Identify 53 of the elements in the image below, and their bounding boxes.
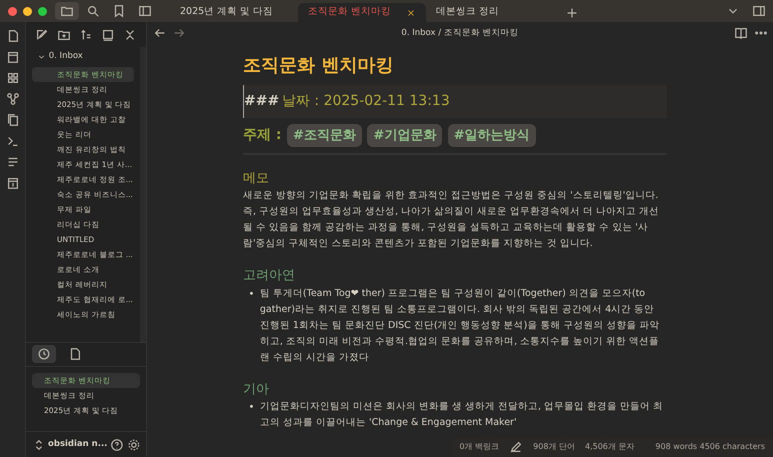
pencil-icon[interactable]: [509, 440, 524, 454]
paragraph: 새로운 방향의 기업문화 확립을 위한 효과적인 접근방법은 구성원 중심의 '스토리텔링'입니다. 즉, 구성원의 업무효율성과 생산성, 나아가 삶의질이 새로운 업무환경속에서 더 나아지고 개선될 수 있음을 함께 공감하는 과정을 통해, 구성원을 설득하고 교육하는데 활용할 수 있는 '사람'중심의 구체적인 스토리와 콘텐츠가 포함된 기업문화를 지향하는 것 입니다.: [243, 189, 660, 251]
graph-icon[interactable]: [6, 92, 20, 106]
search-icon[interactable]: [86, 4, 100, 18]
tab[interactable]: 조직문화 벤치마킹: [298, 3, 426, 22]
calendar-icon[interactable]: [6, 176, 20, 190]
word-char-summary: 908 words 4506 characters: [655, 441, 765, 453]
section-heading: 메모: [243, 170, 270, 188]
bullet-text: 기업문화디자인팀의 미션은 회사의 변화를 생 생하게 전달하고, 업무몰입 환경을 만들어 최고의 성과를 이끌어내는 'Change & Engagement Maker': [260, 400, 664, 430]
heading-marker: ###: [244, 93, 280, 109]
window-control-dot[interactable]: [23, 6, 32, 16]
plus-icon[interactable]: [564, 6, 578, 20]
bullet-text: 팀 투게더(Team Tog❤ ther) 프로그램은 팀 구성원이 같이(Together) 의견을 모으자(to gather)라는 취지로 진행된 팀 소통프로그램이다. 회사 밖의 독립된 공간에서 4시간 동안 진행된 1회차는 팀 문화진단 DISC 진단(개인 행동성향 분석)을 통해 구성원의 성향을 파악히고, 조직의 미래 비전과 수평적.협업의 문화를 공유하며, 소통지수를 높이기 위한 액션플랜 수립의 시간을 가졌다: [260, 286, 660, 364]
bullet-dot: •: [248, 401, 256, 415]
date-heading: 날짜 : 2025-02-11 13:13: [282, 93, 450, 109]
tab[interactable]: 2025년 계획 및 다짐: [170, 3, 298, 22]
backlinks-count: 0개 백링크: [460, 441, 500, 453]
bullet-dot: •: [248, 288, 256, 302]
file-icon[interactable]: [68, 347, 82, 362]
sort-icon[interactable]: [78, 28, 93, 42]
sidebar-toggle-icon[interactable]: [752, 4, 766, 18]
note-title: 조직문화 벤치마킹: [243, 54, 394, 78]
help-icon[interactable]: [110, 438, 124, 452]
calendar-icon[interactable]: [6, 50, 20, 64]
word-count: 908개 단어: [533, 441, 575, 453]
breadcrumb-separator: /: [438, 26, 442, 40]
vault-name[interactable]: obsidian n...: [48, 438, 108, 451]
window-control-dot[interactable]: [38, 6, 47, 16]
tab[interactable]: 데본씽크 정리: [426, 3, 554, 22]
tag[interactable]: #일하는방식: [448, 124, 536, 147]
tag[interactable]: #기업문화: [367, 124, 442, 147]
breadcrumb-folder[interactable]: 0. Inbox: [401, 26, 436, 40]
folder-label[interactable]: 0. Inbox: [48, 50, 83, 64]
window-control-dot[interactable]: [8, 6, 17, 16]
char-count: 4,506개 문자: [584, 441, 634, 453]
book-icon[interactable]: [734, 26, 748, 40]
clock-icon[interactable]: [36, 347, 50, 362]
window-icon[interactable]: [100, 28, 115, 42]
lines-icon[interactable]: [6, 155, 20, 169]
breadcrumb-note[interactable]: 조직문화 벤치마킹: [444, 26, 519, 40]
back-arrow-icon[interactable]: [152, 26, 166, 40]
topic-label: 주제 :: [243, 126, 282, 145]
settings-icon[interactable]: [126, 438, 140, 452]
tag[interactable]: #조직문화: [286, 124, 362, 147]
section-heading: 고려아연: [243, 267, 296, 285]
forward-arrow-icon[interactable]: [172, 26, 186, 40]
folder-icon[interactable]: [60, 4, 74, 18]
grid-icon[interactable]: [6, 71, 20, 85]
bookmark-icon[interactable]: [112, 4, 126, 18]
edit-icon[interactable]: [35, 28, 50, 42]
sidebar-toggle-icon[interactable]: [138, 4, 152, 18]
copy-icon[interactable]: [6, 113, 20, 127]
section-heading: 기아: [243, 380, 270, 398]
